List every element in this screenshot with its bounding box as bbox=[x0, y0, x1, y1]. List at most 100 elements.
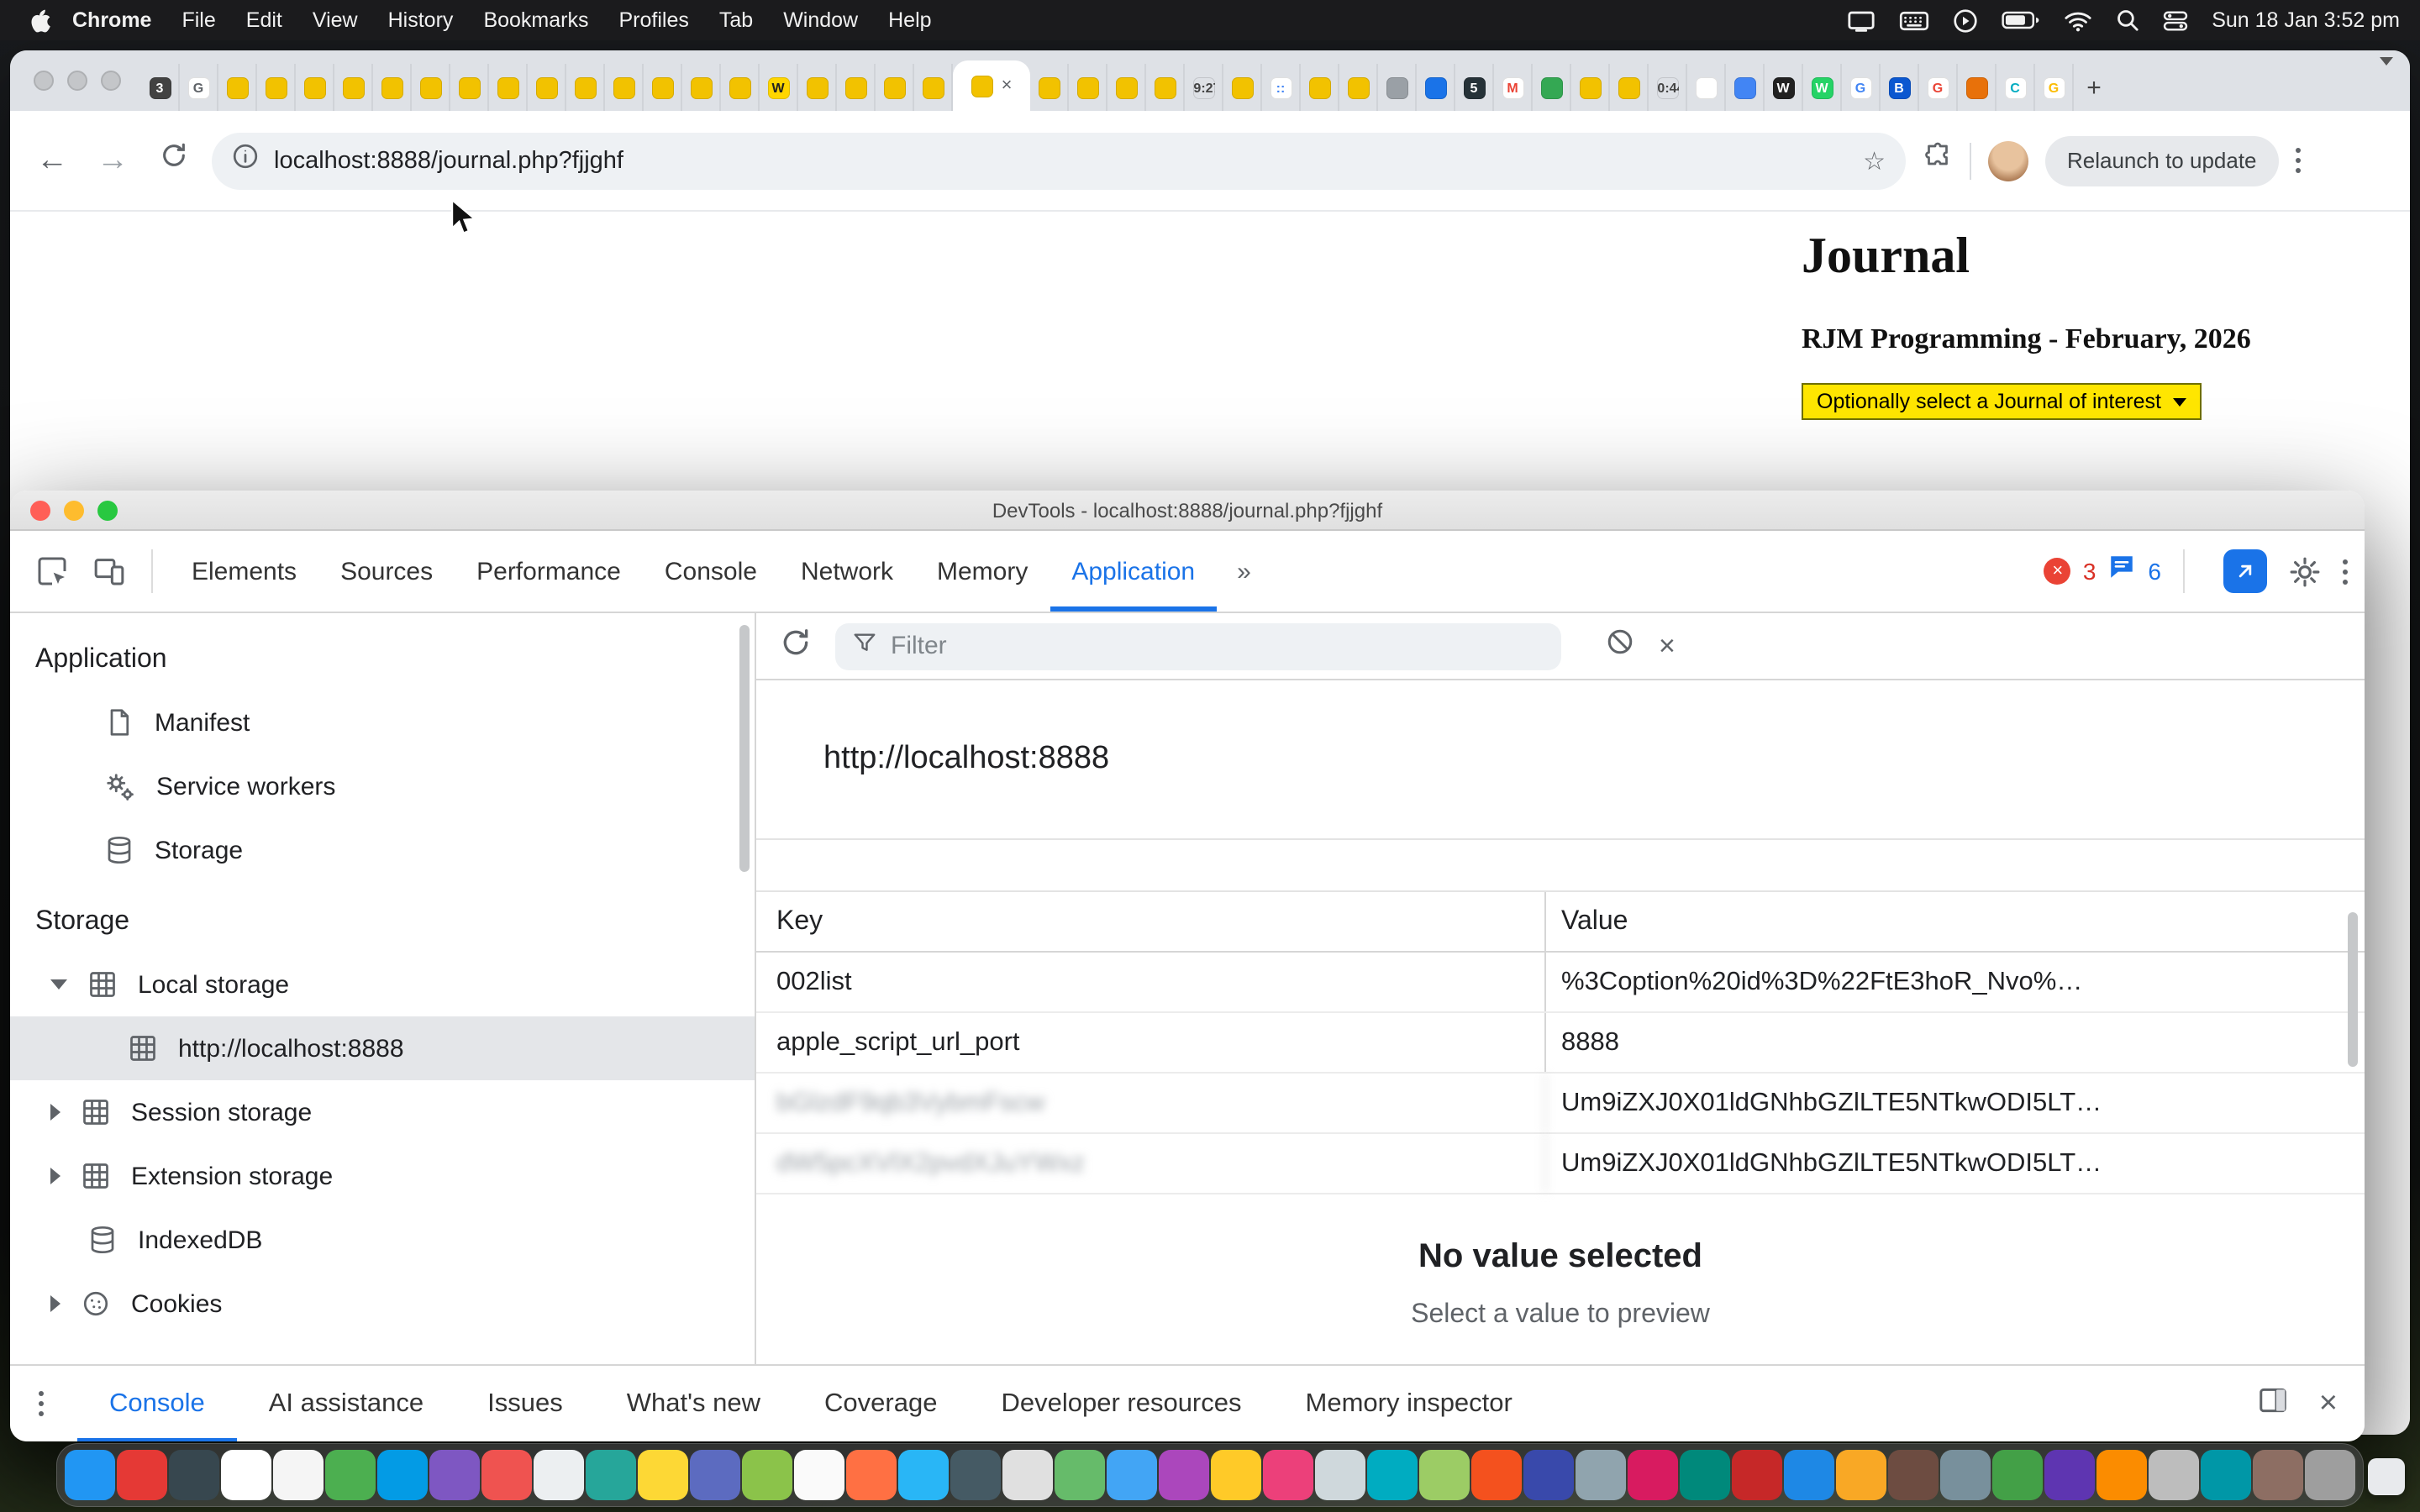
browser-tab[interactable] bbox=[566, 64, 605, 111]
browser-tab[interactable]: 19:27 bbox=[1185, 64, 1223, 111]
browser-tab[interactable]: W bbox=[760, 64, 798, 111]
dock-app-icon[interactable] bbox=[481, 1450, 532, 1500]
drawer-menu-icon[interactable] bbox=[37, 1391, 44, 1416]
browser-tab[interactable] bbox=[334, 64, 373, 111]
url-text[interactable]: localhost:8888/journal.php?fjjghf bbox=[274, 147, 1848, 174]
browser-tab[interactable] bbox=[1339, 64, 1378, 111]
dock-app-icon[interactable] bbox=[2253, 1450, 2303, 1500]
block-icon[interactable] bbox=[1605, 627, 1635, 665]
browser-tab[interactable] bbox=[257, 64, 296, 111]
chevron-down-icon[interactable] bbox=[50, 979, 67, 990]
browser-tab[interactable]: G bbox=[180, 64, 218, 111]
extensions-puzzle-icon[interactable] bbox=[1923, 141, 1953, 180]
dock-app-icon[interactable] bbox=[1315, 1450, 1365, 1500]
browser-tab[interactable] bbox=[296, 64, 334, 111]
storage-key[interactable]: apple_script_url_port bbox=[756, 1013, 1546, 1072]
sidebar-item-manifest[interactable]: Manifest bbox=[10, 690, 755, 754]
dock-app-icon[interactable] bbox=[950, 1450, 1001, 1500]
filter-box[interactable] bbox=[835, 622, 1561, 669]
tab-overflow-button[interactable] bbox=[2380, 66, 2393, 96]
tab-close-icon[interactable]: × bbox=[1002, 76, 1013, 95]
dock-app-icon[interactable] bbox=[1211, 1450, 1261, 1500]
apple-menu-icon[interactable] bbox=[20, 8, 57, 33]
browser-tab[interactable]: W bbox=[1803, 64, 1842, 111]
dock-app-icon[interactable] bbox=[429, 1450, 480, 1500]
dock-app-icon[interactable] bbox=[2149, 1450, 2199, 1500]
devtools-menu-icon[interactable] bbox=[2341, 559, 2348, 584]
browser-tab[interactable] bbox=[1146, 64, 1185, 111]
browser-tab[interactable] bbox=[528, 64, 566, 111]
zoom-window-button[interactable] bbox=[101, 71, 121, 91]
journal-select-dropdown[interactable]: Optionally select a Journal of interest bbox=[1802, 383, 2202, 420]
filter-input[interactable] bbox=[891, 632, 1544, 660]
dock-app-icon[interactable] bbox=[1159, 1450, 1209, 1500]
sidebar-item-storage[interactable]: Storage bbox=[10, 818, 755, 882]
dock-app-icon[interactable] bbox=[742, 1450, 792, 1500]
browser-tab[interactable]: 5 bbox=[1455, 64, 1494, 111]
dock-app-icon[interactable] bbox=[586, 1450, 636, 1500]
dock-app-icon[interactable] bbox=[273, 1450, 324, 1500]
dock-app-icon[interactable] bbox=[2096, 1450, 2147, 1500]
menu-item[interactable]: Profiles bbox=[604, 8, 704, 32]
dock-app-icon[interactable] bbox=[65, 1450, 115, 1500]
browser-tab[interactable]: 20:44 bbox=[1649, 64, 1687, 111]
sidebar-item-localhost-origin[interactable]: http://localhost:8888 bbox=[10, 1016, 755, 1080]
browser-menu-icon[interactable] bbox=[2296, 148, 2302, 173]
relaunch-button[interactable]: Relaunch to update bbox=[2045, 135, 2279, 186]
dock-app-icon[interactable] bbox=[1523, 1450, 1574, 1500]
sidebar-item-service-workers[interactable]: Service workers bbox=[10, 754, 755, 818]
dock-app-icon[interactable] bbox=[117, 1450, 167, 1500]
chevron-right-icon[interactable] bbox=[50, 1295, 60, 1312]
browser-tab-active[interactable]: × bbox=[953, 60, 1030, 111]
storage-key-redacted[interactable]: bGlzdF9qb3VybmFscw bbox=[756, 1074, 1546, 1132]
browser-tab[interactable] bbox=[876, 64, 914, 111]
browser-tab[interactable] bbox=[373, 64, 412, 111]
menu-clock[interactable]: Sun 18 Jan 3:52 pm bbox=[2212, 8, 2400, 32]
table-row[interactable]: apple_script_url_port 8888 bbox=[756, 1013, 2365, 1074]
bookmark-star-icon[interactable]: ☆ bbox=[1863, 145, 1886, 176]
menu-item[interactable]: File bbox=[166, 8, 230, 32]
browser-tab[interactable] bbox=[914, 64, 953, 111]
menu-item[interactable]: Window bbox=[768, 8, 873, 32]
error-count[interactable]: 3 bbox=[2083, 558, 2096, 585]
browser-tab[interactable]: B bbox=[1881, 64, 1919, 111]
browser-tab[interactable]: G bbox=[1919, 64, 1958, 111]
browser-tab[interactable]: W bbox=[1765, 64, 1803, 111]
devtools-panel-tab[interactable]: Memory bbox=[915, 531, 1050, 612]
sidebar-item-session-storage[interactable]: Session storage bbox=[10, 1080, 755, 1144]
browser-tab[interactable] bbox=[605, 64, 644, 111]
minimize-window-button[interactable] bbox=[67, 71, 87, 91]
dock-app-icon[interactable] bbox=[846, 1450, 897, 1500]
menu-item[interactable]: Bookmarks bbox=[468, 8, 603, 32]
dock-app-icon[interactable] bbox=[1732, 1450, 1782, 1500]
dock-app-icon[interactable] bbox=[2201, 1450, 2251, 1500]
dock-app-icon[interactable] bbox=[1576, 1450, 1626, 1500]
table-scrollbar[interactable] bbox=[2348, 912, 2358, 1067]
control-center-icon[interactable] bbox=[2163, 9, 2188, 31]
browser-tab[interactable]: G bbox=[2035, 64, 2074, 111]
device-toolbar-icon[interactable] bbox=[84, 546, 134, 596]
browser-tab[interactable]: M bbox=[1494, 64, 1533, 111]
menu-item[interactable]: Tab bbox=[704, 8, 768, 32]
dock-app-icon[interactable] bbox=[690, 1450, 740, 1500]
dock-app-icon[interactable] bbox=[534, 1450, 584, 1500]
devtools-panel-tab[interactable]: Elements bbox=[170, 531, 318, 612]
browser-tab[interactable] bbox=[1301, 64, 1339, 111]
browser-tab[interactable] bbox=[1687, 64, 1726, 111]
devtools-panel-tab[interactable]: Console bbox=[643, 531, 779, 612]
refresh-icon[interactable] bbox=[780, 626, 812, 666]
forward-button[interactable]: → bbox=[91, 142, 134, 179]
browser-tab[interactable] bbox=[489, 64, 528, 111]
drawer-tab[interactable]: Developer resources bbox=[969, 1366, 1273, 1441]
sidebar-item-cookies[interactable]: Cookies bbox=[10, 1272, 755, 1336]
devtools-panel-tab[interactable]: Performance bbox=[455, 531, 643, 612]
dock-app-icon[interactable] bbox=[169, 1450, 219, 1500]
dock-app-icon[interactable] bbox=[1940, 1450, 1991, 1500]
dock-app-icon[interactable] bbox=[794, 1450, 844, 1500]
browser-tab[interactable] bbox=[1417, 64, 1455, 111]
browser-tab[interactable] bbox=[412, 64, 450, 111]
table-row[interactable]: bGlzdF9qb3VybmFscw Um9iZXJ0X01ldGNhbGZlL… bbox=[756, 1074, 2365, 1134]
browser-tab[interactable] bbox=[1726, 64, 1765, 111]
sidebar-scrollbar[interactable] bbox=[739, 625, 750, 872]
storage-key[interactable]: 002list bbox=[756, 953, 1546, 1011]
